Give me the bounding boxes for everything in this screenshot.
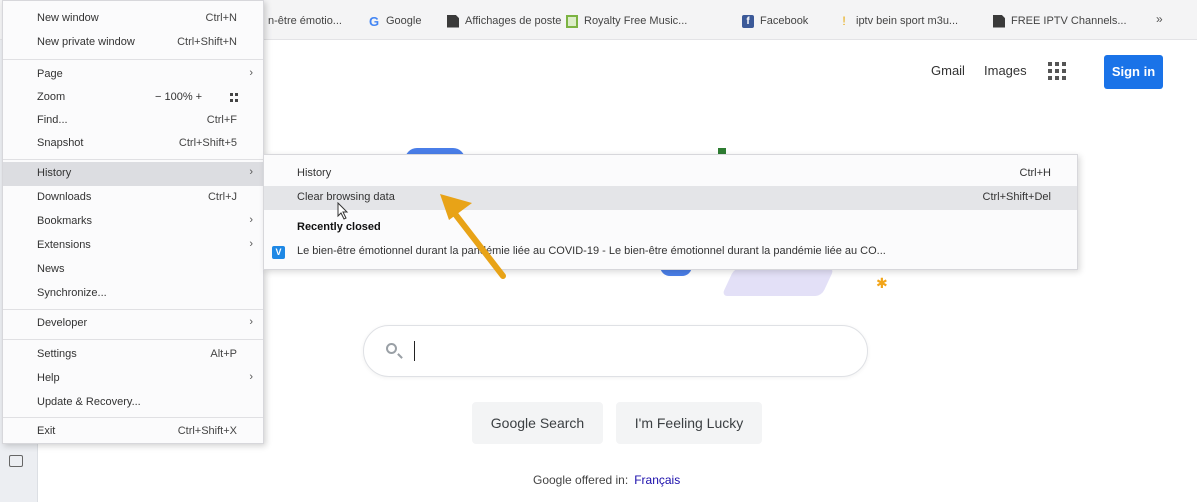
mouse-cursor-icon xyxy=(337,202,349,220)
annotation-arrow xyxy=(440,194,506,279)
